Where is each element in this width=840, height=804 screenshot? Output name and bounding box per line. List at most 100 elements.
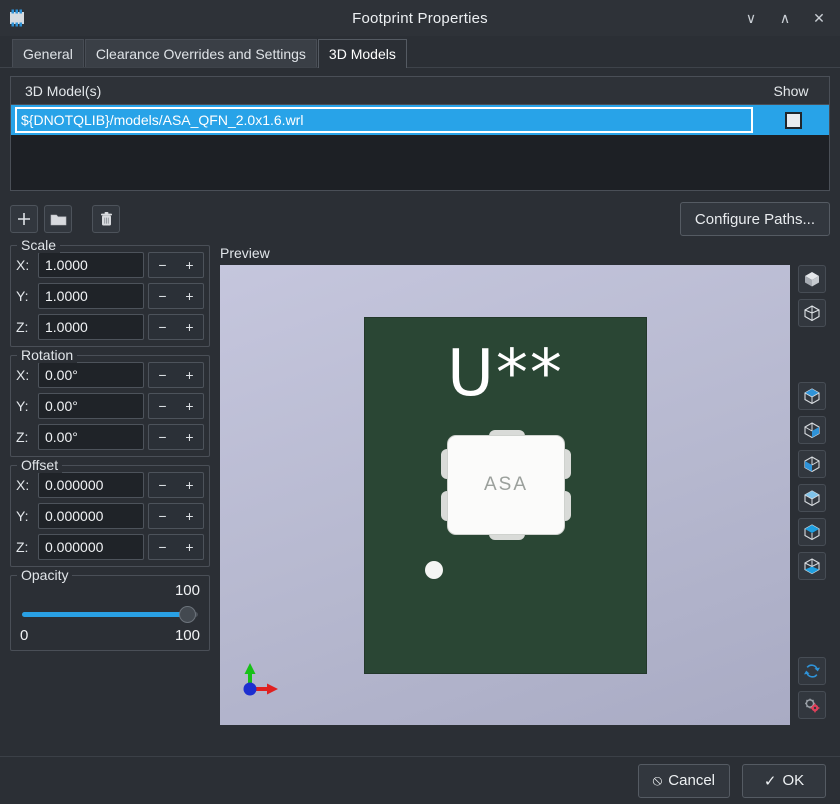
scale-x-stepper[interactable]: − + [148,252,204,278]
opacity-group-title: Opacity [17,567,73,583]
model-toolbar: Configure Paths... [10,201,830,237]
tab-general[interactable]: General [12,39,84,67]
scale-z-stepper[interactable]: − + [148,314,204,340]
offset-x-stepper[interactable]: − + [148,472,204,498]
scale-z-label: Z: [16,319,29,335]
right-view-button[interactable] [798,484,826,512]
opacity-value: 100 [174,582,200,599]
offset-y-field: Y: 0.000000 − + [16,503,204,529]
offset-x-decrement[interactable]: − [149,473,176,497]
transform-panel: Scale X: 1.0000 − + Y: 1.0000 − + Z: 1.0… [10,237,210,725]
offset-z-increment[interactable]: + [176,535,203,559]
tab-clearance-overrides[interactable]: Clearance Overrides and Settings [84,39,317,67]
scale-z-input[interactable]: 1.0000 [38,314,144,340]
scale-x-input[interactable]: 1.0000 [38,252,144,278]
rotation-z-increment[interactable]: + [176,425,203,449]
offset-y-label: Y: [16,508,29,524]
opacity-slider[interactable] [22,603,198,625]
tab-bar: General Clearance Overrides and Settings… [0,36,840,68]
rotation-z-stepper[interactable]: − + [148,424,204,450]
silkscreen-reference: U** [447,337,564,411]
front-view-button[interactable] [798,382,826,411]
scale-y-increment[interactable]: + [176,284,203,308]
offset-x-increment[interactable]: + [176,473,203,497]
pcb-board: U** ASA [365,318,646,673]
close-icon[interactable]: ✕ [804,3,834,33]
show-checkbox[interactable] [784,111,802,129]
scale-z-decrement[interactable]: − [149,315,176,339]
top-view-button[interactable] [798,517,826,546]
scale-x-decrement[interactable]: − [149,253,176,277]
offset-z-field: Z: 0.000000 − + [16,534,204,560]
offset-z-input[interactable]: 0.000000 [38,534,144,560]
tab-3d-models[interactable]: 3D Models [317,39,407,68]
scale-y-input[interactable]: 1.0000 [38,283,144,309]
offset-x-field: X: 0.000000 − + [16,472,204,498]
opacity-max-label: 100 [174,627,200,644]
rotation-y-label: Y: [16,398,29,414]
scale-x-increment[interactable]: + [176,253,203,277]
iso-view-button[interactable] [798,265,826,293]
rotation-x-stepper[interactable]: − + [148,362,204,388]
rotation-y-increment[interactable]: + [176,394,203,418]
scale-z-field: Z: 1.0000 − + [16,314,204,340]
rotation-x-field: X: 0.00° − + [16,362,204,388]
preview-settings-button[interactable] [798,691,826,719]
scale-x-label: X: [16,257,30,273]
rotation-x-increment[interactable]: + [176,363,203,387]
scale-y-decrement[interactable]: − [149,284,176,308]
offset-y-stepper[interactable]: − + [148,503,204,529]
minimize-icon[interactable]: ∨ [736,3,766,33]
scale-y-label: Y: [16,288,29,304]
ok-button[interactable]: ✓ OK [742,763,826,798]
view-toolbar [794,265,830,725]
offset-z-label: Z: [16,539,29,555]
bottom-view-button[interactable] [798,551,826,580]
column-header-show: Show [773,82,809,99]
back-view-button[interactable] [798,416,826,445]
scale-group-title: Scale [17,237,61,253]
rotation-z-input[interactable]: 0.00° [38,424,144,450]
browse-model-button[interactable] [44,205,72,233]
model-show-cell[interactable] [757,111,829,129]
axis-gizmo [238,659,282,703]
add-model-button[interactable] [10,205,38,233]
cancel-icon: ⦸ [652,772,663,789]
opacity-slider-handle[interactable] [179,606,197,623]
offset-x-label: X: [16,477,30,493]
qfn-package: ASA [441,430,571,540]
rotation-z-decrement[interactable]: − [149,425,176,449]
scale-x-field: X: 1.0000 − + [16,252,204,278]
table-row[interactable]: ${DNOTQLIB}/models/ASA_QFN_2.0x1.6.wrl [11,105,829,135]
offset-group: Offset X: 0.000000 − + Y: 0.000000 − + Z… [10,457,210,567]
opacity-group: Opacity 100 0 100 [10,567,210,651]
rotation-y-field: Y: 0.00° − + [16,393,204,419]
offset-y-decrement[interactable]: − [149,504,176,528]
offset-y-input[interactable]: 0.000000 [38,503,144,529]
rotation-y-input[interactable]: 0.00° [38,393,144,419]
title-bar: Footprint Properties ∨ ∧ ✕ [0,0,840,36]
model-path-input[interactable]: ${DNOTQLIB}/models/ASA_QFN_2.0x1.6.wrl [15,107,753,133]
delete-model-button[interactable] [92,205,120,233]
preview-3d-canvas[interactable]: U** ASA [220,265,790,725]
preview-canvas-wrap: U** ASA [220,265,830,725]
model-list-header: 3D Model(s) Show [11,77,829,105]
preview-label: Preview [220,245,270,261]
cancel-button[interactable]: ⦸ Cancel [637,763,730,798]
rotation-y-stepper[interactable]: − + [148,393,204,419]
wireframe-view-button[interactable] [798,298,826,327]
rotation-x-input[interactable]: 0.00° [38,362,144,388]
left-view-button[interactable] [798,450,826,479]
offset-z-decrement[interactable]: − [149,535,176,559]
configure-paths-button[interactable]: Configure Paths... [679,202,830,236]
scale-y-stepper[interactable]: − + [148,283,204,309]
scale-z-increment[interactable]: + [176,315,203,339]
offset-z-stepper[interactable]: − + [148,534,204,560]
rotation-y-decrement[interactable]: − [149,394,176,418]
offset-x-input[interactable]: 0.000000 [38,472,144,498]
rotation-x-decrement[interactable]: − [149,363,176,387]
main-body: Scale X: 1.0000 − + Y: 1.0000 − + Z: 1.0… [10,237,830,725]
offset-y-increment[interactable]: + [176,504,203,528]
maximize-icon[interactable]: ∧ [770,3,800,33]
reload-preview-button[interactable] [798,657,826,686]
